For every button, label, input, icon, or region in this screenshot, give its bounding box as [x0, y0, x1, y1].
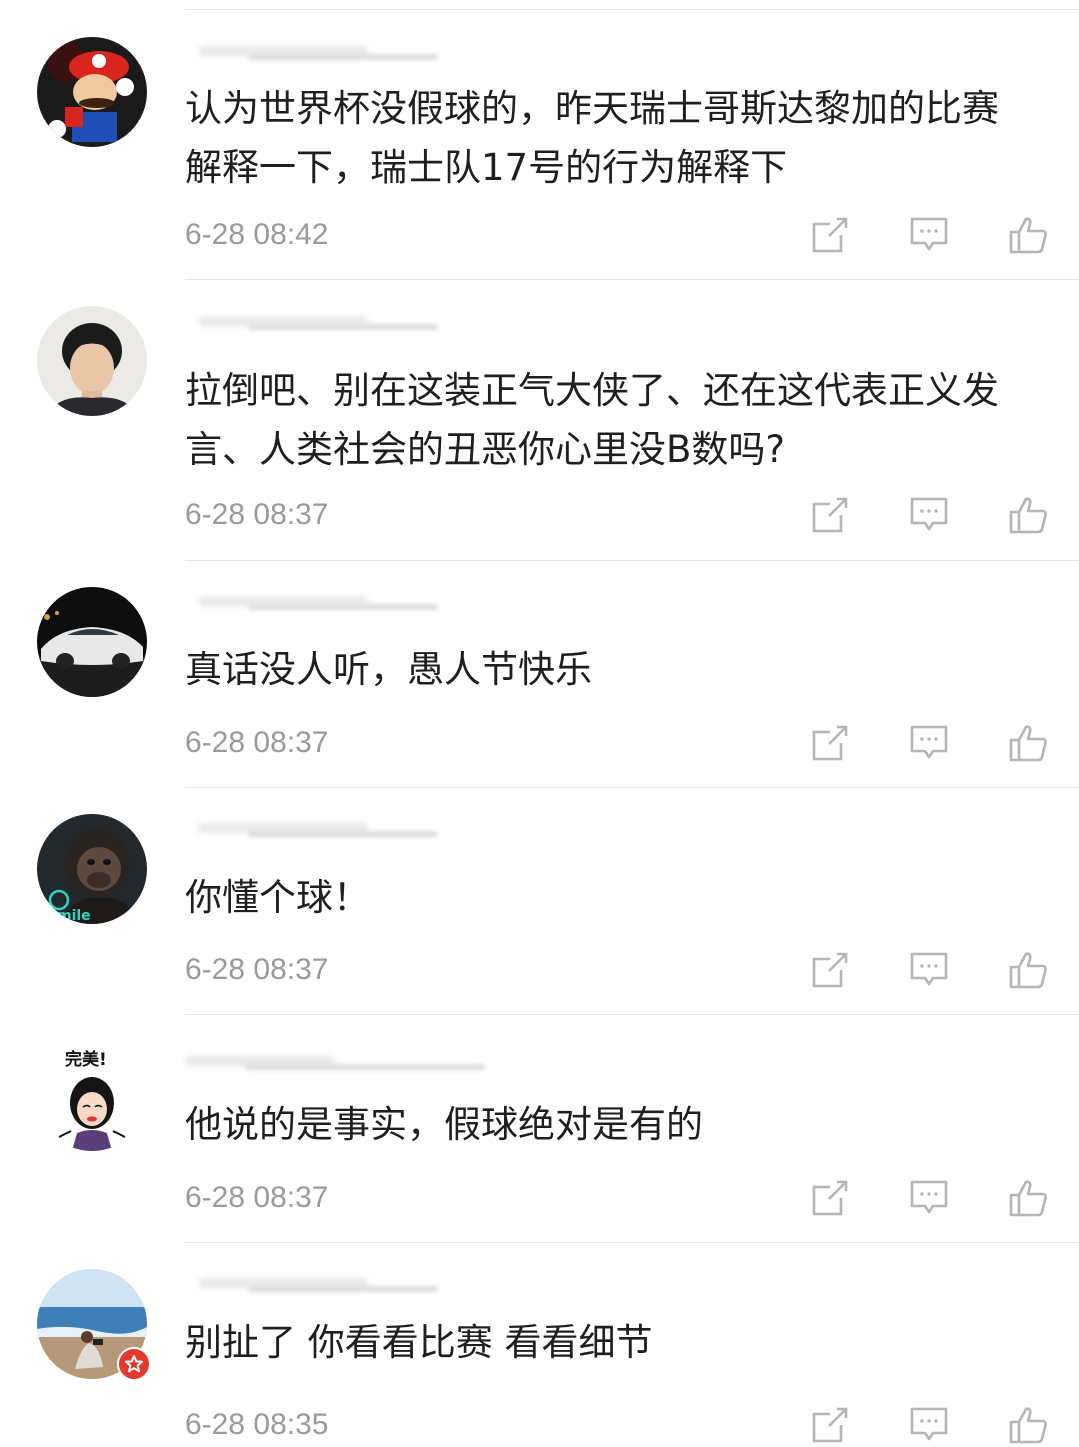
share-button[interactable] [808, 215, 852, 255]
reply-comment-icon [910, 1407, 948, 1441]
reply-comment-icon [910, 725, 948, 759]
share-button[interactable] [808, 1405, 852, 1445]
thumbs-up-icon [1009, 217, 1047, 254]
username-redacted[interactable] [175, 1050, 495, 1076]
comment-meta: 6-28 08:37 [185, 950, 1079, 990]
share-icon [812, 217, 848, 253]
sports-car-avatar[interactable] [37, 587, 147, 697]
share-button[interactable] [808, 495, 852, 535]
comment-text: 你懂个球！ [185, 876, 370, 919]
share-icon [812, 725, 848, 761]
comment-divider [185, 1242, 1079, 1243]
reply-button[interactable] [907, 950, 951, 990]
share-icon [812, 497, 848, 533]
comment-time: 6-28 08:37 [185, 953, 329, 986]
comment-time: 6-28 08:37 [185, 726, 329, 759]
cartoon-woman-avatar[interactable]: 完美! [37, 1041, 147, 1151]
username-redacted[interactable] [188, 310, 468, 336]
comment-divider [185, 560, 1079, 561]
reply-button[interactable] [907, 723, 951, 763]
thumbs-up-icon [1009, 497, 1047, 534]
comment-text: 真话没人听，愚人节快乐 [185, 648, 592, 691]
username-redacted[interactable] [188, 1272, 468, 1298]
like-button[interactable] [1006, 215, 1050, 255]
reply-button[interactable] [907, 1405, 951, 1445]
share-button[interactable] [808, 950, 852, 990]
reply-button[interactable] [907, 1178, 951, 1218]
star-icon [125, 1355, 143, 1373]
comment-meta: 6-28 08:37 [185, 1178, 1079, 1218]
comment-meta: 6-28 08:37 [185, 495, 1079, 535]
share-button[interactable] [808, 1178, 852, 1218]
comment-time: 6-28 08:37 [185, 1181, 329, 1214]
reply-button[interactable] [907, 215, 951, 255]
comment-divider [185, 787, 1079, 788]
thumbs-up-icon [1009, 952, 1047, 989]
comment-time: 6-28 08:42 [185, 218, 329, 251]
thumbs-up-icon [1009, 1180, 1047, 1217]
top-divider [185, 9, 1079, 10]
reply-comment-icon [910, 1180, 948, 1214]
comment-text: 拉倒吧、别在这装正气大侠了、还在这代表正义发 言、人类社会的丑恶你心里没B数吗? [185, 369, 999, 471]
comment-text: 别扯了 你看看比赛 看看细节 [185, 1321, 653, 1364]
username-redacted[interactable] [188, 590, 468, 616]
like-button[interactable] [1006, 950, 1050, 990]
comment-time: 6-28 08:37 [185, 498, 329, 531]
username-redacted[interactable] [188, 40, 468, 66]
comment-text: 他说的是事实，假球绝对是有的 [185, 1103, 703, 1146]
share-button[interactable] [808, 723, 852, 763]
share-icon [812, 952, 848, 988]
comment-meta: 6-28 08:37 [185, 723, 1079, 763]
username-redacted[interactable] [188, 817, 468, 843]
reply-comment-icon [910, 217, 948, 251]
like-button[interactable] [1006, 723, 1050, 763]
like-button[interactable] [1006, 1405, 1050, 1445]
svg-text:mile: mile [57, 908, 91, 924]
comment-divider [185, 1014, 1079, 1015]
comment-text: 认为世界杯没假球的，昨天瑞士哥斯达黎加的比赛 解释一下，瑞士队17号的行为解释下 [185, 87, 999, 189]
share-icon [812, 1180, 848, 1216]
thumbs-up-icon [1009, 725, 1047, 762]
young-man-avatar[interactable] [37, 306, 147, 416]
mario-avatar[interactable] [37, 37, 147, 147]
reply-comment-icon [910, 952, 948, 986]
share-icon [812, 1407, 848, 1443]
comment-meta: 6-28 08:35 [185, 1405, 1079, 1445]
ape-avatar[interactable]: mile [37, 814, 147, 924]
svg-text:完美!: 完美! [65, 1049, 107, 1070]
comment-divider [185, 279, 1079, 280]
comment-meta: 6-28 08:42 [185, 215, 1079, 255]
reply-comment-icon [910, 497, 948, 531]
reply-button[interactable] [907, 495, 951, 535]
like-button[interactable] [1006, 1178, 1050, 1218]
like-button[interactable] [1006, 495, 1050, 535]
comment-time: 6-28 08:35 [185, 1408, 329, 1441]
thumbs-up-icon [1009, 1407, 1047, 1444]
verified-badge [117, 1347, 151, 1381]
